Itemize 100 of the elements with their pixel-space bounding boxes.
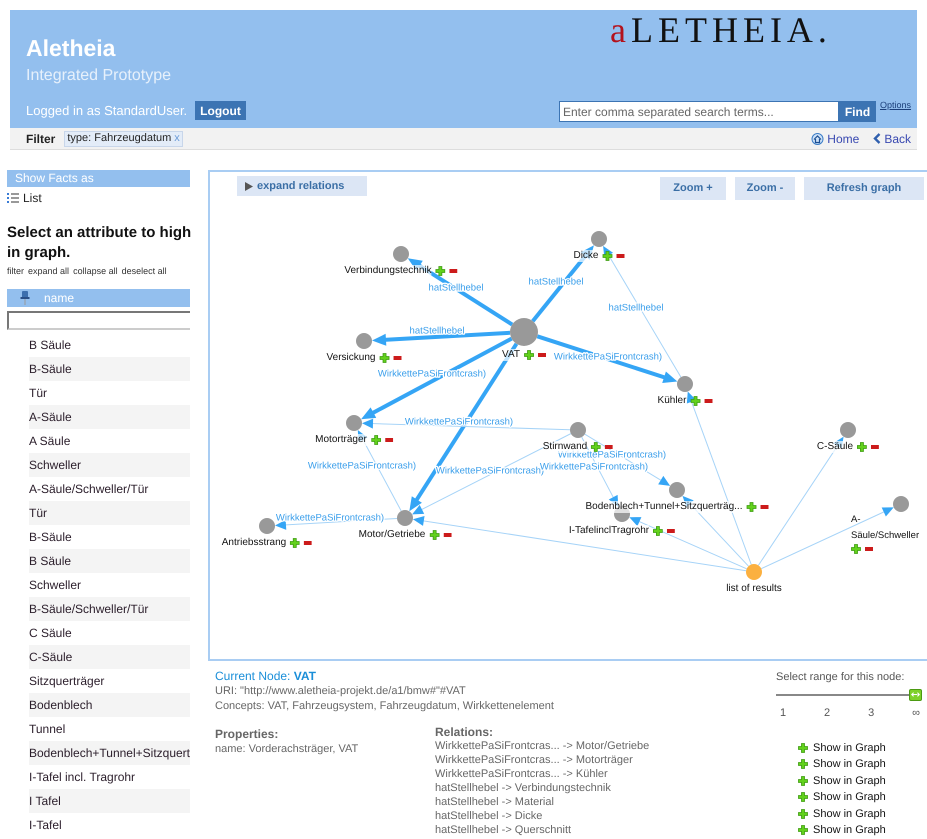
list-row[interactable]: I-Tafel <box>29 812 190 836</box>
graph-node[interactable] <box>510 318 538 346</box>
action-link[interactable]: expand all <box>28 265 70 278</box>
action-link[interactable]: filter <box>7 265 24 278</box>
plus-icon[interactable] <box>746 502 756 512</box>
action-link[interactable]: deselect all <box>122 265 167 278</box>
plus-icon[interactable] <box>798 792 808 802</box>
options-link[interactable]: Options <box>880 99 912 112</box>
plus-icon[interactable] <box>524 350 534 360</box>
list-row[interactable]: I-Tafel incl. Tragrohr <box>29 764 190 788</box>
plus-icon[interactable] <box>379 353 390 363</box>
minus-icon[interactable] <box>304 541 312 545</box>
show-in-graph-button[interactable]: Show in Graph <box>798 773 886 788</box>
list-row[interactable]: Sitzquerträger <box>29 668 190 692</box>
relation-text: hatStellhebel -> Querschnitt <box>435 823 572 837</box>
minus-icon[interactable] <box>450 269 458 273</box>
list-row[interactable]: B-Säule/Schweller/Tür <box>29 596 190 620</box>
plus-icon[interactable] <box>690 396 700 406</box>
show-in-graph-button[interactable]: Show in Graph <box>798 740 886 756</box>
graph-node[interactable] <box>893 496 909 512</box>
plus-icon[interactable] <box>798 742 808 753</box>
plus-icon[interactable] <box>602 251 612 261</box>
minus-icon[interactable] <box>443 533 452 537</box>
list-row[interactable]: Schweller <box>29 572 190 596</box>
graph-node[interactable] <box>570 422 586 438</box>
plus-icon[interactable] <box>591 442 602 452</box>
list-row[interactable]: B Säule <box>29 548 190 572</box>
minus-icon[interactable] <box>538 353 546 357</box>
list-row[interactable]: Tür <box>29 380 190 404</box>
minus-icon[interactable] <box>667 529 676 533</box>
graph-node[interactable] <box>397 510 413 526</box>
plus-icon[interactable] <box>798 825 808 836</box>
show-in-graph-button[interactable]: Show in Graph <box>798 756 886 772</box>
minus-icon[interactable] <box>393 356 402 360</box>
graph-node[interactable] <box>259 518 275 534</box>
node-label: A-Säule/Schweller <box>851 513 919 543</box>
node-label: Versickung <box>326 352 376 364</box>
plus-icon[interactable] <box>370 435 381 445</box>
show-facts-bar: Show Facts as <box>7 170 190 187</box>
filter-input[interactable] <box>7 310 190 330</box>
logo: aLETHEIA. <box>610 12 832 48</box>
list-row[interactable]: A-Säule/Schweller/Tür <box>29 476 190 500</box>
show-in-graph-button[interactable]: Show in Graph <box>798 822 886 838</box>
relation-text: WirkkettePaSiFrontcras... -> Kühler <box>435 767 609 781</box>
list-row[interactable]: Tunnel <box>29 716 190 740</box>
node-label: Bodenblech+Tunnel+Sitzquerträg... <box>586 501 742 513</box>
find-button[interactable]: Find <box>839 101 876 122</box>
list-view-option[interactable]: List <box>7 190 42 206</box>
list-row[interactable]: B-Säule <box>29 524 190 548</box>
graph-button[interactable]: Zoom + <box>660 177 726 200</box>
graph-button[interactable]: Refresh graph <box>804 177 924 200</box>
minus-icon[interactable] <box>605 445 614 449</box>
plus-icon[interactable] <box>429 530 440 540</box>
list-row[interactable]: A-Säule <box>29 404 190 428</box>
plus-icon[interactable] <box>798 759 808 770</box>
range-slider[interactable] <box>776 688 922 700</box>
minus-icon[interactable] <box>871 445 880 449</box>
graph-node[interactable] <box>346 415 362 431</box>
action-link[interactable]: collapse all <box>73 265 118 278</box>
plus-icon[interactable] <box>436 266 446 276</box>
plus-icon[interactable] <box>798 776 808 786</box>
graph-node[interactable] <box>669 482 685 498</box>
list-row[interactable]: Bodenblech+Tunnel+Sitzquert <box>29 740 190 764</box>
plus-icon[interactable] <box>290 538 300 548</box>
minus-icon[interactable] <box>704 399 712 403</box>
list-row[interactable]: C-Säule <box>29 644 190 668</box>
list-row[interactable]: C Säule <box>29 620 190 644</box>
graph-node[interactable] <box>393 246 409 262</box>
relation-text: hatStellhebel -> Dicke <box>435 809 544 823</box>
node-label: Antriebsstrang <box>222 537 286 549</box>
graph-node[interactable] <box>591 231 607 247</box>
logout-button[interactable]: Logout <box>195 101 246 120</box>
show-in-graph-button[interactable]: Show in Graph <box>798 790 886 805</box>
graph-button[interactable]: Zoom - <box>735 177 795 200</box>
node-label: Motorträger <box>315 434 367 446</box>
list-row[interactable]: Bodenblech <box>29 692 190 716</box>
expand-relations-button[interactable]: expand relations <box>237 176 367 196</box>
list-row[interactable]: Tür <box>29 500 190 524</box>
home-link[interactable]: Home <box>811 130 860 148</box>
show-in-graph-button[interactable]: Show in Graph <box>798 806 886 822</box>
list-row[interactable]: I Tafel <box>29 788 190 812</box>
plus-icon[interactable] <box>851 544 861 554</box>
graph-node[interactable] <box>840 422 856 438</box>
edge-label: WirkkettePaSiFrontcrash) <box>276 512 384 524</box>
graph-node[interactable] <box>356 333 372 349</box>
list-row[interactable]: Schweller <box>29 452 190 476</box>
back-link[interactable]: Back <box>873 130 911 148</box>
minus-icon[interactable] <box>760 505 768 509</box>
slider-thumb[interactable] <box>909 688 922 700</box>
plus-icon[interactable] <box>857 442 868 452</box>
minus-icon[interactable] <box>384 438 393 442</box>
plus-icon[interactable] <box>798 808 808 819</box>
search-field[interactable]: Enter comma separated search terms... <box>559 101 839 122</box>
graph-node[interactable] <box>746 564 762 580</box>
uri-text: URI: "http://www.aletheia-projekt.de/a1/bmw#"#VAT <box>215 684 467 699</box>
list-row[interactable]: A Säule <box>29 428 190 452</box>
list-row[interactable]: B-Säule <box>29 356 190 380</box>
list-row[interactable]: B Säule <box>29 332 190 356</box>
plus-icon[interactable] <box>653 526 664 536</box>
graph-node[interactable] <box>677 376 693 392</box>
